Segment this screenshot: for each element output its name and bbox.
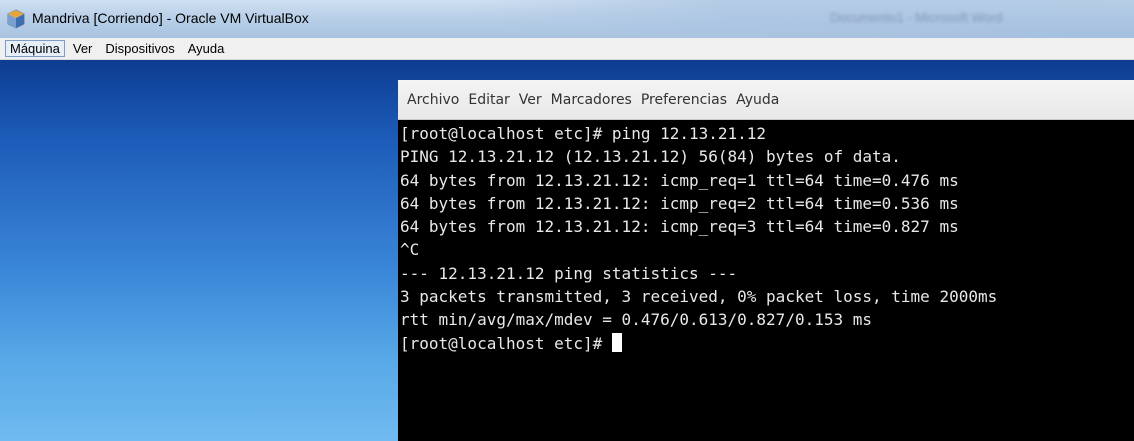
terminal-menu-ver[interactable]: Ver bbox=[519, 92, 542, 108]
terminal-line: PING 12.13.21.12 (12.13.21.12) 56(84) by… bbox=[400, 147, 901, 167]
terminal-line: [root@localhost etc]# ping 12.13.21.12 bbox=[400, 124, 767, 143]
terminal-line: 64 bytes from 12.13.21.12: icmp_req=3 tt… bbox=[400, 217, 959, 237]
terminal-line: rtt min/avg/max/mdev = 0.476/0.613/0.827… bbox=[400, 310, 873, 330]
terminal-output[interactable]: [root@localhost etc]# ping 12.13.21.12 P… bbox=[400, 122, 1130, 437]
terminal-prompt-line[interactable]: [root@localhost etc]# bbox=[400, 332, 1130, 355]
virtualbox-icon[interactable] bbox=[6, 9, 26, 29]
terminal-cursor bbox=[611, 332, 622, 352]
terminal-menu-bar: Archivo Editar Ver Marcadores Preferenci… bbox=[398, 80, 1134, 120]
terminal-menu-editar[interactable]: Editar bbox=[468, 92, 509, 108]
menu-maquina[interactable]: Máquina bbox=[5, 40, 65, 57]
terminal-menu-preferencias[interactable]: Preferencias bbox=[641, 92, 727, 108]
menu-ayuda[interactable]: Ayuda bbox=[183, 40, 230, 57]
terminal-menu-marcadores[interactable]: Marcadores bbox=[551, 92, 632, 108]
background-window-title: Documento1 - Microsoft Word bbox=[830, 10, 1003, 25]
menu-dispositivos[interactable]: Dispositivos bbox=[100, 40, 179, 57]
terminal-line: ^C bbox=[400, 240, 420, 260]
titlebar-glass bbox=[470, 0, 1134, 38]
window-title: Mandriva [Corriendo] - Oracle VM Virtual… bbox=[32, 10, 309, 26]
terminal-line: 3 packets transmitted, 3 received, 0% pa… bbox=[400, 287, 998, 307]
terminal-prompt: [root@localhost etc]# bbox=[400, 333, 612, 353]
terminal-menu-archivo[interactable]: Archivo bbox=[407, 92, 459, 108]
title-bar[interactable]: Documento1 - Microsoft Word Mandriva [Co… bbox=[0, 0, 1134, 38]
vbox-menu-bar: Máquina Ver Dispositivos Ayuda bbox=[0, 38, 1134, 60]
terminal-line: 64 bytes from 12.13.21.12: icmp_req=2 tt… bbox=[400, 193, 959, 213]
terminal-window[interactable]: Archivo Editar Ver Marcadores Preferenci… bbox=[398, 80, 1134, 441]
menu-ver[interactable]: Ver bbox=[68, 40, 98, 57]
terminal-line: --- 12.13.21.12 ping statistics --- bbox=[400, 263, 738, 283]
terminal-line: 64 bytes from 12.13.21.12: icmp_req=1 tt… bbox=[400, 170, 959, 190]
terminal-menu-ayuda[interactable]: Ayuda bbox=[736, 92, 779, 108]
virtualbox-window: Documento1 - Microsoft Word Mandriva [Co… bbox=[0, 0, 1134, 441]
